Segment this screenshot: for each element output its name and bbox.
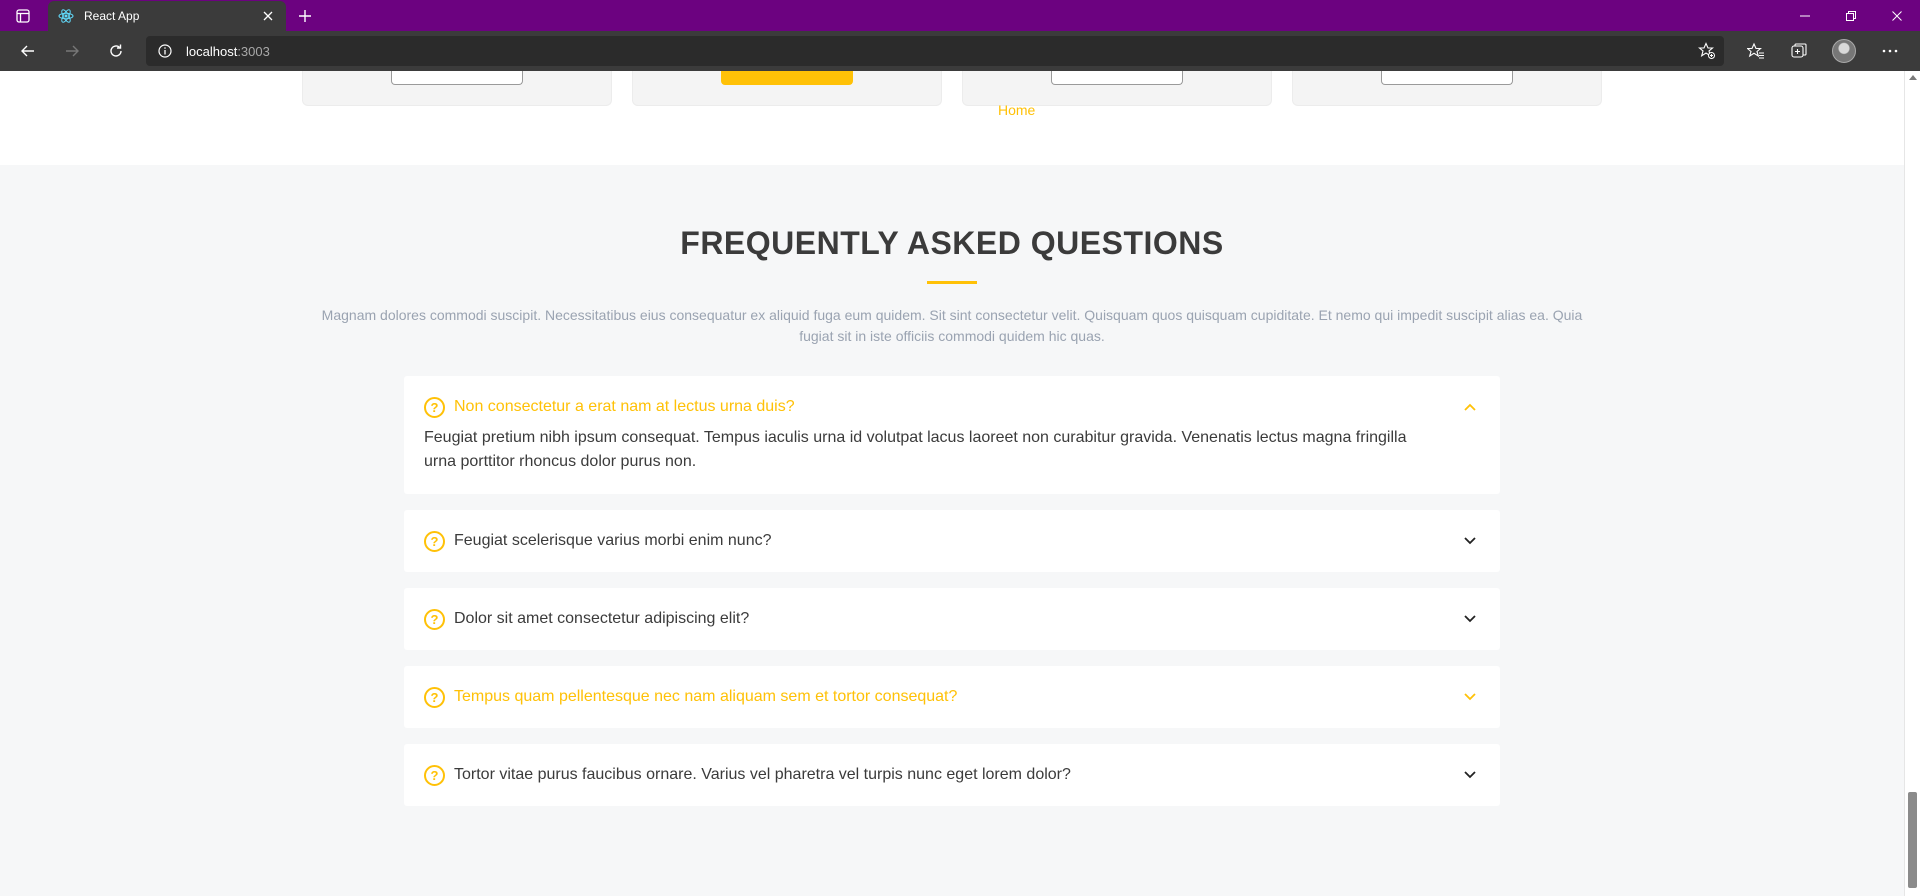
title-underline <box>927 281 977 284</box>
faq-question-toggle[interactable]: ? Tempus quam pellentesque nec nam aliqu… <box>404 666 1500 728</box>
chevron-down-icon[interactable] <box>1460 609 1480 629</box>
faq-list: ? Non consectetur a erat nam at lectus u… <box>404 376 1500 822</box>
address-bar[interactable]: localhost:3003 <box>146 36 1724 66</box>
favorites-icon[interactable] <box>1740 35 1772 67</box>
previous-card <box>632 71 942 106</box>
site-info-icon[interactable] <box>156 42 174 60</box>
page-scrollbar[interactable] <box>1904 71 1920 896</box>
previous-card-button[interactable] <box>721 71 853 85</box>
chevron-down-icon[interactable] <box>1460 687 1480 707</box>
faq-item: ? Non consectetur a erat nam at lectus u… <box>404 376 1500 494</box>
forward-icon[interactable] <box>56 35 88 67</box>
back-icon[interactable] <box>12 35 44 67</box>
faq-item: ? Dolor sit amet consectetur adipiscing … <box>404 588 1500 650</box>
faq-question: Feugiat scelerisque varius morbi enim nu… <box>454 532 772 549</box>
faq-question-toggle[interactable]: ? Dolor sit amet consectetur adipiscing … <box>404 588 1500 650</box>
refresh-icon[interactable] <box>100 35 132 67</box>
faq-question-toggle[interactable]: ? Tortor vitae purus faucibus ornare. Va… <box>404 744 1500 806</box>
previous-section: Home <box>0 71 1904 165</box>
faq-question: Non consectetur a erat nam at lectus urn… <box>454 398 795 415</box>
previous-card-button[interactable] <box>391 71 523 85</box>
more-menu-icon[interactable] <box>1874 35 1906 67</box>
faq-question: Dolor sit amet consectetur adipiscing el… <box>454 610 750 627</box>
scroll-up-arrow-icon[interactable] <box>1909 75 1917 80</box>
faq-question-toggle[interactable]: ? Feugiat scelerisque varius morbi enim … <box>404 510 1500 572</box>
chevron-down-icon[interactable] <box>1460 765 1480 785</box>
browser-tab[interactable]: React App <box>48 1 286 31</box>
question-circle-icon: ? <box>424 608 445 630</box>
close-window-icon[interactable] <box>1874 0 1920 31</box>
previous-card-button[interactable] <box>1051 71 1183 85</box>
faq-intro: Magnam dolores commodi suscipit. Necessi… <box>321 307 1583 344</box>
faq-question: Tempus quam pellentesque nec nam aliquam… <box>454 688 958 705</box>
question-circle-icon: ? <box>424 530 445 552</box>
faq-answer: Feugiat pretium nibh ipsum consequat. Te… <box>424 429 1407 470</box>
avatar <box>1832 39 1856 63</box>
question-circle-icon: ? <box>424 396 445 418</box>
restore-icon[interactable] <box>1828 0 1874 31</box>
profile-avatar[interactable] <box>1828 35 1860 67</box>
browser-toolbar: localhost:3003 <box>0 31 1920 71</box>
chevron-down-icon[interactable] <box>1460 531 1480 551</box>
new-tab-button[interactable] <box>292 4 318 28</box>
faq-item: ? Tempus quam pellentesque nec nam aliqu… <box>404 666 1500 728</box>
page-viewport: Home FREQUENTLY ASKED QUESTIONS Magnam d… <box>0 71 1904 896</box>
add-favorite-icon[interactable] <box>1696 40 1718 62</box>
url-port: :3003 <box>237 43 270 59</box>
home-link[interactable]: Home <box>998 102 1035 118</box>
previous-card-button[interactable] <box>1381 71 1513 85</box>
tab-title: React App <box>84 9 140 23</box>
faq-item: ? Feugiat scelerisque varius morbi enim … <box>404 510 1500 572</box>
minimize-icon[interactable] <box>1782 0 1828 31</box>
previous-card <box>962 71 1272 106</box>
previous-card <box>1292 71 1602 106</box>
previous-card <box>302 71 612 106</box>
tab-close-icon[interactable] <box>260 8 276 24</box>
question-circle-icon: ? <box>424 764 445 786</box>
scrollbar-thumb[interactable] <box>1908 792 1917 888</box>
faq-title: FREQUENTLY ASKED QUESTIONS <box>680 225 1224 261</box>
tab-actions-icon[interactable] <box>8 4 38 28</box>
chevron-up-icon[interactable] <box>1460 397 1480 417</box>
faq-item: ? Tortor vitae purus faucibus ornare. Va… <box>404 744 1500 806</box>
browser-titlebar: React App <box>0 0 1920 31</box>
collections-icon[interactable] <box>1783 35 1815 67</box>
faq-question: Tortor vitae purus faucibus ornare. Vari… <box>454 766 1071 783</box>
question-circle-icon: ? <box>424 686 445 708</box>
url-host: localhost <box>186 43 238 59</box>
react-logo-icon <box>58 8 74 24</box>
